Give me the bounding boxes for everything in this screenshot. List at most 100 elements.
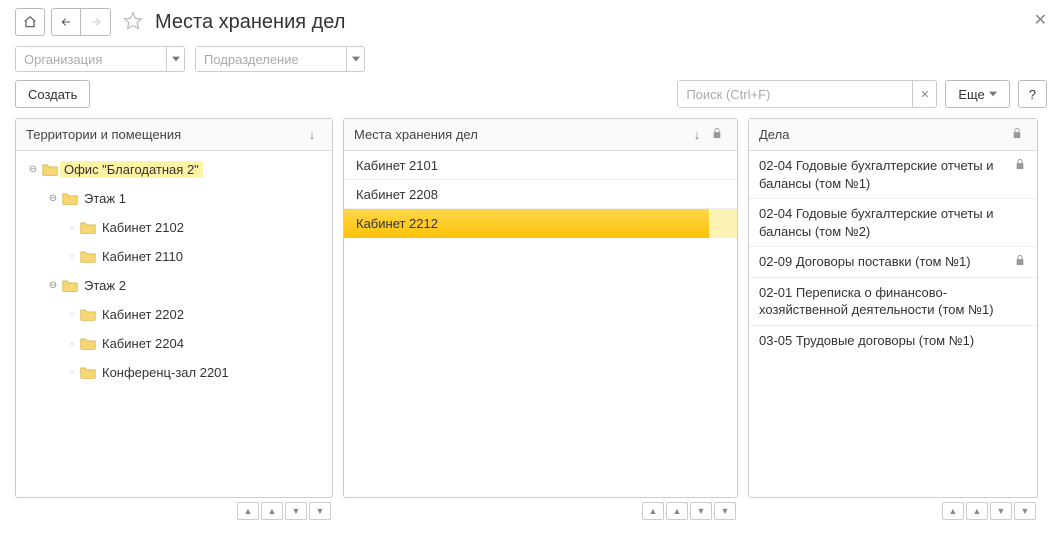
tree-item[interactable]: ○Кабинет 2204 <box>16 329 332 358</box>
organization-input[interactable] <box>16 47 166 71</box>
double-down-icon: ▼ <box>721 506 730 516</box>
list-item[interactable]: Кабинет 2101 <box>344 151 737 180</box>
department-dropdown-button[interactable] <box>346 47 364 71</box>
scroll-up-button[interactable]: ▲ <box>966 502 988 520</box>
arrow-down-icon: ↓ <box>309 127 316 142</box>
lock-icon <box>712 127 722 139</box>
list-item[interactable]: 02-01 Переписка о финансово-хозяйственно… <box>749 278 1037 326</box>
territories-header: Территории и помещения <box>26 127 302 142</box>
scroll-down-button[interactable]: ▼ <box>285 502 307 520</box>
cases-header: Дела <box>759 127 1007 142</box>
tree-item[interactable]: ○Конференц-зал 2201 <box>16 358 332 387</box>
search-clear-button[interactable]: ✕ <box>912 81 936 107</box>
lock-column <box>707 127 727 142</box>
tree-item[interactable]: ○Кабинет 2110 <box>16 242 332 271</box>
help-button[interactable]: ? <box>1018 80 1047 108</box>
department-combo[interactable] <box>195 46 365 72</box>
list-item-label: 02-09 Договоры поставки (том №1) <box>759 253 1007 271</box>
expand-toggle[interactable]: ⊖ <box>26 164 40 175</box>
tree-item[interactable]: ⊖ Офис "Благодатная 2" <box>16 155 332 184</box>
list-item[interactable]: Кабинет 2208 <box>344 180 737 209</box>
down-icon: ▼ <box>697 506 706 516</box>
tree-item-label: Этаж 2 <box>84 278 126 293</box>
tree-item-label: Офис "Благодатная 2" <box>64 162 199 177</box>
arrow-left-icon <box>59 16 73 28</box>
scroll-bottom-button[interactable]: ▼ <box>1014 502 1036 520</box>
scroll-bottom-button[interactable]: ▼ <box>309 502 331 520</box>
folder-icon <box>60 279 80 292</box>
double-up-icon: ▲ <box>949 506 958 516</box>
double-down-icon: ▼ <box>1021 506 1030 516</box>
territories-panel: Территории и помещения ↓ ⊖ Офис "Благодат… <box>15 118 333 498</box>
create-button[interactable]: Создать <box>15 80 90 108</box>
scroll-up-button[interactable]: ▲ <box>666 502 688 520</box>
expand-toggle[interactable]: ⊖ <box>46 193 60 204</box>
scroll-bottom-button[interactable]: ▼ <box>714 502 736 520</box>
list-item-lock <box>1013 253 1027 269</box>
list-item[interactable]: 03-05 Трудовые договоры (том №1) <box>749 326 1037 356</box>
up-icon: ▲ <box>673 506 682 516</box>
tree-item-label: Кабинет 2102 <box>102 220 184 235</box>
expand-toggle[interactable]: ⊖ <box>46 280 60 291</box>
scroll-top-button[interactable]: ▲ <box>237 502 259 520</box>
arrow-right-icon <box>89 16 103 28</box>
list-item-label: 02-04 Годовые бухгалтерские отчеты и бал… <box>759 205 1007 240</box>
bullet-icon: ○ <box>66 310 78 319</box>
double-down-icon: ▼ <box>316 506 325 516</box>
back-button[interactable] <box>51 8 81 36</box>
favorite-button[interactable] <box>123 11 143 34</box>
scroll-top-button[interactable]: ▲ <box>942 502 964 520</box>
sort-button[interactable]: ↓ <box>302 127 322 142</box>
scroll-down-button[interactable]: ▼ <box>690 502 712 520</box>
list-item-label: Кабинет 2101 <box>356 158 697 173</box>
up-icon: ▲ <box>268 506 277 516</box>
home-button[interactable] <box>15 8 45 36</box>
sort-button[interactable]: ↓ <box>687 127 707 142</box>
bullet-icon: ○ <box>66 339 78 348</box>
scroll-top-button[interactable]: ▲ <box>642 502 664 520</box>
tree-item-label: Кабинет 2110 <box>102 249 183 264</box>
list-item-label: Кабинет 2212 <box>344 209 721 238</box>
storage-places-header: Места хранения дел <box>354 127 687 142</box>
list-item[interactable]: 02-09 Договоры поставки (том №1) <box>749 247 1037 278</box>
folder-icon <box>40 163 60 176</box>
scroll-up-button[interactable]: ▲ <box>261 502 283 520</box>
list-item-lock <box>709 209 737 238</box>
folder-icon <box>78 366 98 379</box>
list-item-lock <box>1013 205 1027 206</box>
double-up-icon: ▲ <box>649 506 658 516</box>
list-item[interactable]: 02-04 Годовые бухгалтерские отчеты и бал… <box>749 199 1037 247</box>
up-icon: ▲ <box>973 506 982 516</box>
more-button[interactable]: Еще <box>945 80 1009 108</box>
close-button[interactable]: ✕ <box>1034 10 1047 30</box>
tree-item-label: Кабинет 2202 <box>102 307 184 322</box>
scroll-down-button[interactable]: ▼ <box>990 502 1012 520</box>
tree-item[interactable]: ⊖ Этаж 2 <box>16 271 332 300</box>
organization-combo[interactable] <box>15 46 185 72</box>
list-item-lock <box>1013 284 1027 285</box>
close-icon: ✕ <box>1034 12 1047 29</box>
list-item[interactable]: Кабинет 2212 <box>344 209 737 238</box>
tree-item[interactable]: ○ Кабинет 2202 <box>16 300 332 329</box>
department-input[interactable] <box>196 47 346 71</box>
folder-icon <box>78 337 98 350</box>
forward-button[interactable] <box>81 8 111 36</box>
tree-item[interactable]: ○ Кабинет 2102 <box>16 213 332 242</box>
folder-icon <box>78 221 98 234</box>
chevron-down-icon <box>352 56 360 62</box>
lock-icon <box>1012 127 1022 139</box>
list-item-lock <box>1013 157 1027 173</box>
list-item[interactable]: 02-04 Годовые бухгалтерские отчеты и бал… <box>749 151 1037 199</box>
search-input[interactable] <box>678 81 912 107</box>
double-up-icon: ▲ <box>244 506 253 516</box>
organization-dropdown-button[interactable] <box>166 47 184 71</box>
list-item-lock <box>1013 332 1027 333</box>
list-item-label: 02-04 Годовые бухгалтерские отчеты и бал… <box>759 157 1007 192</box>
list-item-label: 02-01 Переписка о финансово-хозяйственно… <box>759 284 1007 319</box>
bullet-icon: ○ <box>66 223 78 232</box>
territories-nav-arrows: ▲ ▲ ▼ ▼ <box>15 498 333 520</box>
down-icon: ▼ <box>997 506 1006 516</box>
search-box[interactable]: ✕ <box>677 80 937 108</box>
chevron-down-icon <box>989 91 997 97</box>
tree-item[interactable]: ⊖Этаж 1 <box>16 184 332 213</box>
